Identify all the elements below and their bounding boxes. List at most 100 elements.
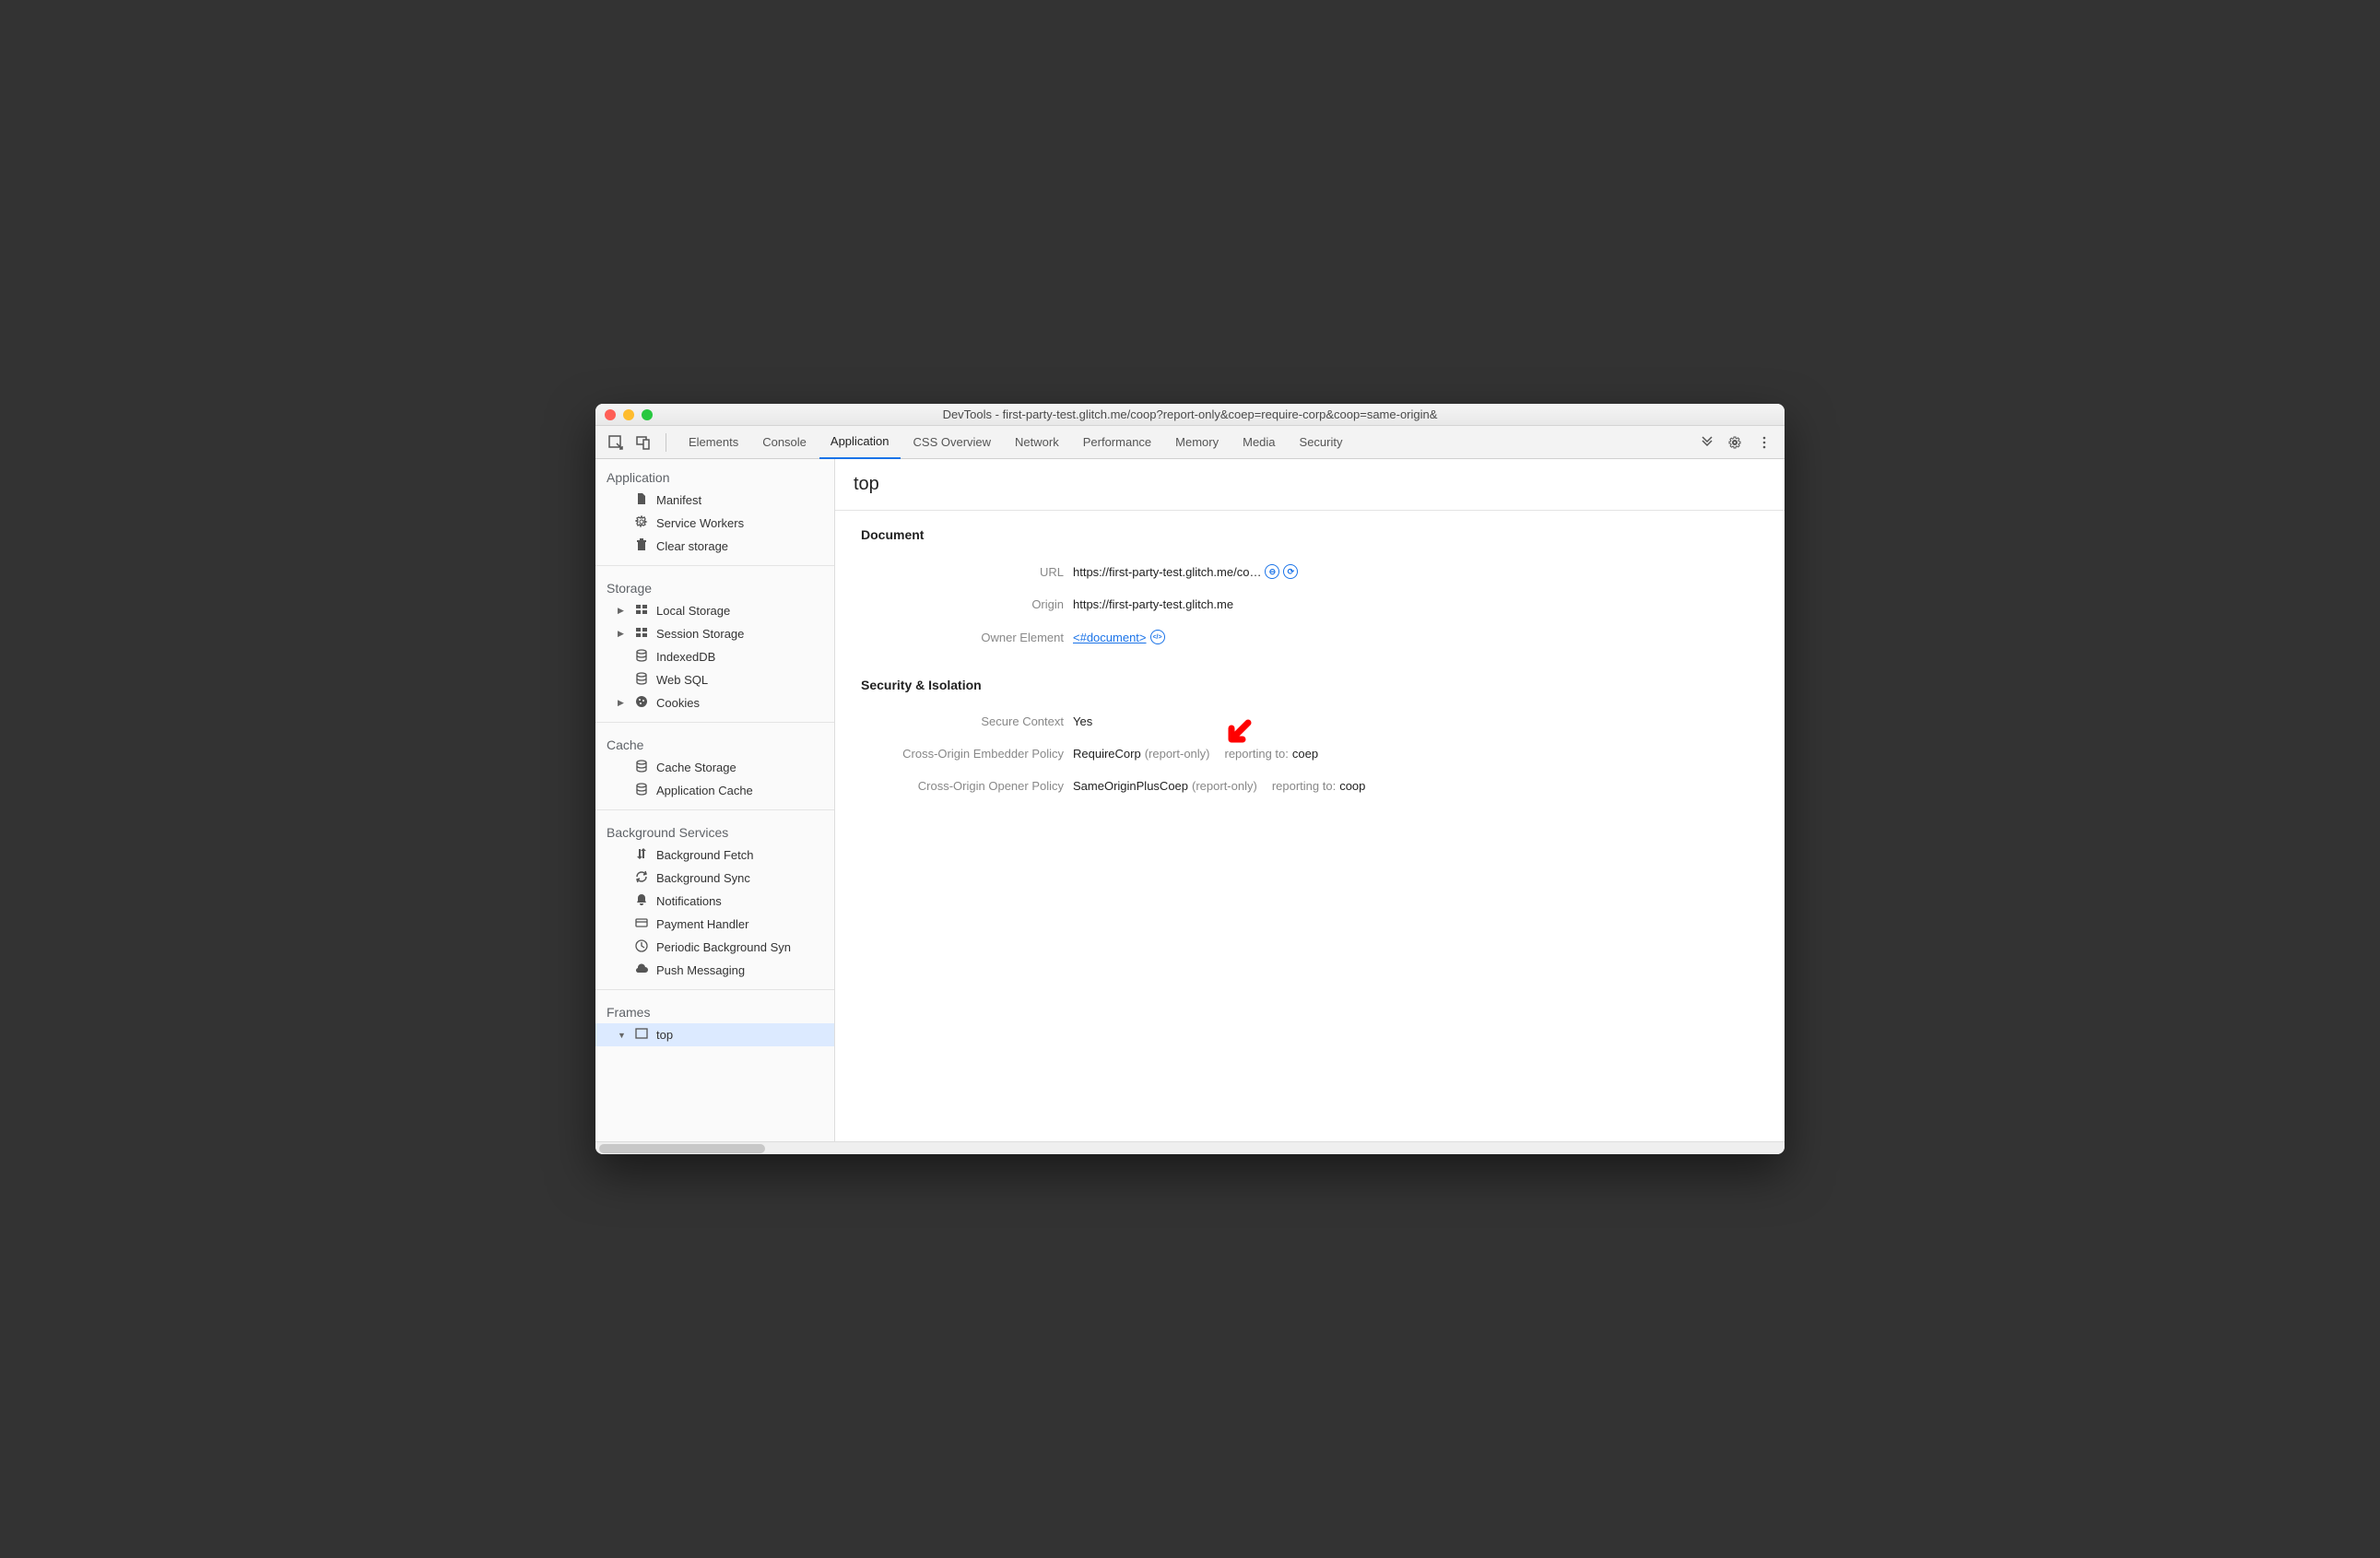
device-toggle-icon[interactable] <box>632 431 654 454</box>
info-row: Secure ContextYes <box>861 705 1759 738</box>
row-label: URL <box>861 565 1073 579</box>
file-icon <box>634 492 649 508</box>
sidebar-item-label: Periodic Background Syn <box>656 940 791 954</box>
sidebar-item-label: top <box>656 1028 673 1042</box>
reload-badge-icon[interactable]: ⟳ <box>1283 564 1298 579</box>
sidebar-item-push-messaging[interactable]: Push Messaging <box>595 959 834 982</box>
grid-icon <box>634 626 649 642</box>
sidebar-item-label: Manifest <box>656 493 701 507</box>
row-value: SameOriginPlusCoep (report-only)reportin… <box>1073 779 1365 793</box>
sync-icon <box>634 870 649 886</box>
row-label: Secure Context <box>861 714 1073 728</box>
tab-network[interactable]: Network <box>1004 426 1070 459</box>
sidebar-item-application-cache[interactable]: Application Cache <box>595 779 834 802</box>
value-text: RequireCorp <box>1073 747 1141 761</box>
tab-application[interactable]: Application <box>819 426 901 459</box>
expand-caret-icon[interactable]: ▼ <box>618 1031 627 1040</box>
sidebar-section-application: Application <box>595 466 834 489</box>
tab-media[interactable]: Media <box>1231 426 1286 459</box>
info-row: Cross-Origin Embedder PolicyRequireCorp … <box>861 738 1759 770</box>
sidebar-item-session-storage[interactable]: ▶Session Storage <box>595 622 834 645</box>
grid-icon <box>634 603 649 619</box>
tab-performance[interactable]: Performance <box>1072 426 1162 459</box>
cloud-icon <box>634 962 649 978</box>
sidebar-item-background-sync[interactable]: Background Sync <box>595 867 834 890</box>
sidebar-item-notifications[interactable]: Notifications <box>595 890 834 913</box>
row-value: https://first-party-test.glitch.me/co… ⊖ ⟳ <box>1073 564 1298 579</box>
expand-caret-icon[interactable]: ▶ <box>618 698 627 708</box>
sidebar-item-local-storage[interactable]: ▶ Local Storage <box>595 599 834 622</box>
tab-elements[interactable]: Elements <box>677 426 749 459</box>
sidebar-item-top[interactable]: ▼ top <box>595 1023 834 1046</box>
sidebar-item-label: IndexedDB <box>656 650 715 664</box>
sidebar-horizontal-scrollbar[interactable] <box>595 1141 1785 1154</box>
row-label: Origin <box>861 597 1073 611</box>
zoom-window-button[interactable] <box>642 409 653 420</box>
value-text: SameOriginPlusCoep <box>1073 779 1188 793</box>
application-sidebar[interactable]: Application Manifest Service Workers Clear … <box>595 459 835 1141</box>
inspect-icon[interactable] <box>605 431 627 454</box>
window-title: DevTools - first-party-test.glitch.me/co… <box>595 407 1785 421</box>
sidebar-section-storage: Storage <box>595 577 834 599</box>
tab-security[interactable]: Security <box>1289 426 1354 459</box>
sidebar-item-label: Cookies <box>656 696 700 710</box>
info-row: Cross-Origin Opener PolicySameOriginPlus… <box>861 770 1759 802</box>
owner-element-link[interactable]: <#document> <box>1073 631 1147 644</box>
trash-icon <box>634 538 649 554</box>
minimize-window-button[interactable] <box>623 409 634 420</box>
row-value: <#document></> <box>1073 630 1165 644</box>
sidebar-item-label: Cache Storage <box>656 761 736 774</box>
tab-memory[interactable]: Memory <box>1164 426 1230 459</box>
mode-text: (report-only) <box>1145 747 1210 761</box>
reporting-target: coop <box>1339 779 1365 793</box>
reporting-label: reporting to: <box>1225 747 1289 761</box>
database-icon <box>634 760 649 775</box>
row-value: Yes <box>1073 714 1092 728</box>
bell-icon <box>634 893 649 909</box>
sidebar-item-indexeddb[interactable]: IndexedDB <box>595 645 834 668</box>
sidebar-item-cookies[interactable]: ▶ Cookies <box>595 691 834 714</box>
tab-console[interactable]: Console <box>751 426 818 459</box>
sidebar-item-service-workers[interactable]: Service Workers <box>595 512 834 535</box>
value-text: https://first-party-test.glitch.me/co… <box>1073 565 1261 579</box>
group-title: Security & Isolation <box>861 678 1759 692</box>
settings-gear-icon[interactable] <box>1724 431 1746 454</box>
gear-icon <box>634 515 649 531</box>
value-text: Yes <box>1073 714 1092 728</box>
cookie-icon <box>634 695 649 711</box>
close-window-button[interactable] <box>605 409 616 420</box>
row-label: Cross-Origin Embedder Policy <box>861 747 1073 761</box>
sidebar-item-label: Service Workers <box>656 516 744 530</box>
sidebar-item-label: Application Cache <box>656 784 753 797</box>
minus-badge-icon[interactable]: ⊖ <box>1265 564 1279 579</box>
sidebar-item-background-fetch[interactable]: Background Fetch <box>595 844 834 867</box>
sidebar-item-manifest[interactable]: Manifest <box>595 489 834 512</box>
sidebar-section-background-services: Background Services <box>595 821 834 844</box>
sidebar-item-clear-storage[interactable]: Clear storage <box>595 535 834 558</box>
sidebar-item-label: Local Storage <box>656 604 730 618</box>
row-label: Cross-Origin Opener Policy <box>861 779 1073 793</box>
frame-icon <box>634 1027 649 1043</box>
sidebar-item-cache-storage[interactable]: Cache Storage <box>595 756 834 779</box>
mode-text: (report-only) <box>1192 779 1257 793</box>
sidebar-item-label: Push Messaging <box>656 963 745 977</box>
tab-css-overview[interactable]: CSS Overview <box>902 426 1003 459</box>
sidebar-item-payment-handler[interactable]: Payment Handler <box>595 913 834 936</box>
info-row: Originhttps://first-party-test.glitch.me <box>861 588 1759 620</box>
row-label: Owner Element <box>861 631 1073 644</box>
sidebar-item-label: Payment Handler <box>656 917 748 931</box>
value-text: https://first-party-test.glitch.me <box>1073 597 1233 611</box>
sidebar-item-periodic-background-syn[interactable]: Periodic Background Syn <box>595 936 834 959</box>
expand-caret-icon[interactable]: ▶ <box>618 629 627 639</box>
card-icon <box>634 916 649 932</box>
kebab-menu-icon[interactable] <box>1753 431 1775 454</box>
reporting-target: coep <box>1292 747 1318 761</box>
row-value: RequireCorp (report-only) reporting to: c… <box>1073 747 1318 761</box>
updown-icon <box>634 847 649 863</box>
expand-caret-icon[interactable]: ▶ <box>618 606 627 616</box>
row-value: https://first-party-test.glitch.me <box>1073 597 1233 611</box>
code-icon[interactable]: </> <box>1150 630 1165 644</box>
more-tabs-icon[interactable] <box>1696 431 1718 454</box>
sidebar-item-web-sql[interactable]: Web SQL <box>595 668 834 691</box>
sidebar-item-label: Background Fetch <box>656 848 754 862</box>
